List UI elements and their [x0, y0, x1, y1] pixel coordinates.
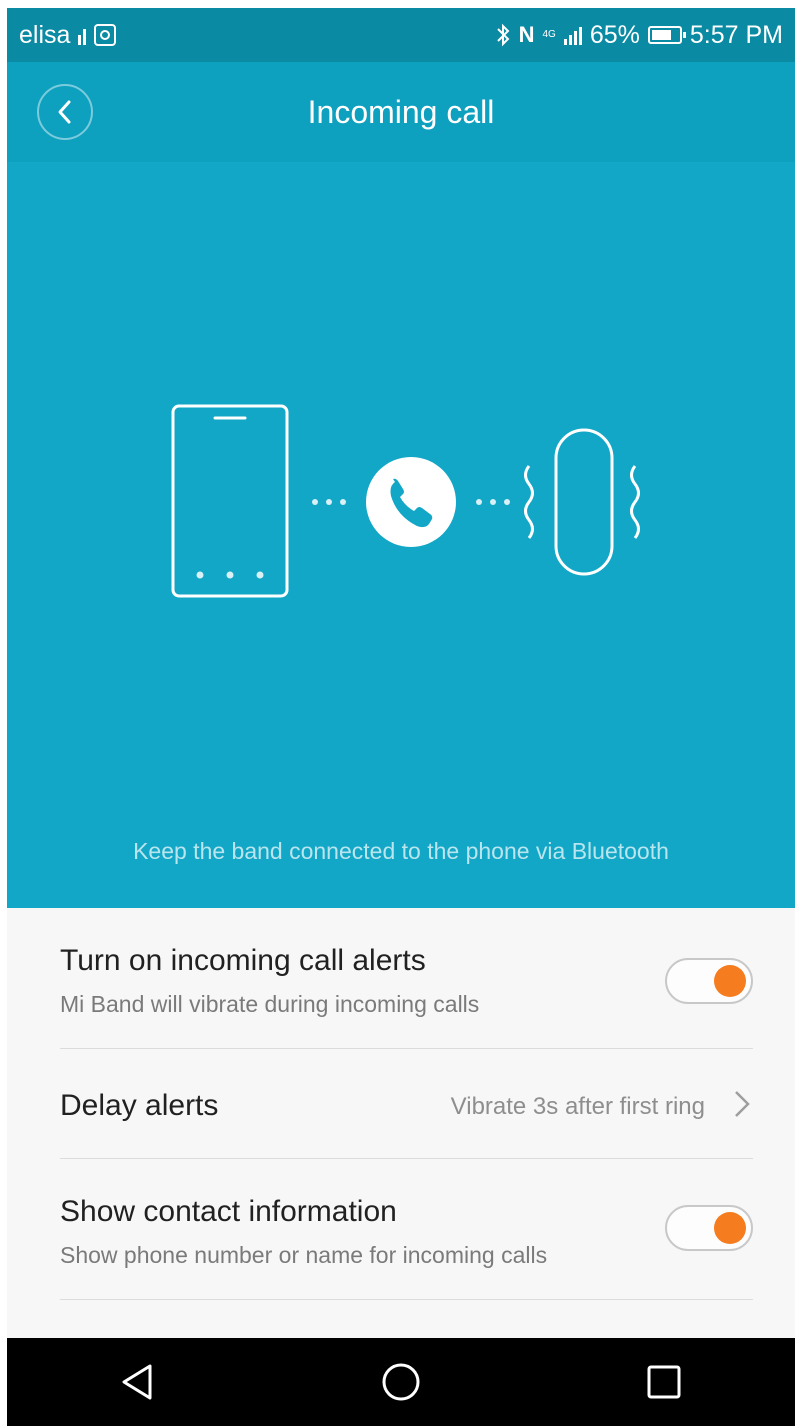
- battery-icon: [647, 26, 686, 44]
- clock: 5:57 PM: [689, 20, 783, 49]
- call-icon: [366, 457, 456, 547]
- setting-incoming-call-alerts[interactable]: Turn on incoming call alerts Mi Band wil…: [60, 908, 753, 1049]
- toggle-knob: [714, 1212, 746, 1244]
- status-bar: elisa N 4G 65% 5:57 PM: [7, 8, 795, 62]
- phone-icon: [171, 404, 289, 598]
- setting-title: Show contact information: [60, 1195, 397, 1228]
- setting-value: Vibrate 3s after first ring: [450, 1093, 705, 1120]
- band-icon: [554, 428, 614, 576]
- navigation-bar: [7, 1338, 795, 1426]
- carrier-label: elisa: [19, 20, 71, 49]
- app-header: Incoming call: [7, 62, 795, 162]
- nav-home-icon: [382, 1363, 420, 1401]
- screen-edge-right: [795, 0, 802, 1426]
- setting-title: Delay alerts: [60, 1089, 219, 1122]
- nav-home-button[interactable]: [371, 1352, 431, 1412]
- hero-banner: Keep the band connected to the phone via…: [7, 162, 795, 908]
- nav-recents-icon: [647, 1365, 681, 1399]
- network-type: 4G: [542, 29, 556, 40]
- illustration: [171, 404, 640, 598]
- nav-back-icon: [122, 1364, 152, 1400]
- setting-title: Turn on incoming call alerts: [60, 944, 426, 977]
- incoming-call-alerts-toggle[interactable]: [665, 958, 753, 1004]
- screen-edge-left: [0, 0, 7, 1426]
- nav-back-button[interactable]: [108, 1352, 168, 1412]
- battery-percent: 65%: [589, 20, 640, 49]
- setting-subtitle: Show phone number or name for incoming c…: [60, 1242, 548, 1268]
- show-contact-information-toggle[interactable]: [665, 1205, 753, 1251]
- status-right: N 4G 65% 5:57 PM: [495, 21, 783, 50]
- chevron-right-icon: [735, 1091, 750, 1117]
- cell-signal-icon: [563, 25, 582, 45]
- page-title: Incoming call: [307, 94, 495, 130]
- settings-list: Turn on incoming call alerts Mi Band wil…: [7, 908, 795, 1338]
- vibration-icon: [524, 465, 640, 539]
- nav-recents-button[interactable]: [634, 1352, 694, 1412]
- notification-icon: [94, 24, 117, 46]
- connection-dots-right: [476, 499, 510, 505]
- status-left: elisa: [19, 20, 117, 50]
- toggle-knob: [714, 965, 746, 997]
- signal-icon: [78, 25, 87, 45]
- bluetooth-icon: [496, 23, 510, 47]
- setting-delay-alerts[interactable]: Delay alerts Vibrate 3s after first ring: [60, 1049, 753, 1159]
- hero-caption: Keep the band connected to the phone via…: [133, 838, 669, 864]
- setting-show-contact-information[interactable]: Show contact information Show phone numb…: [60, 1159, 753, 1300]
- setting-subtitle: Mi Band will vibrate during incoming cal…: [60, 991, 480, 1017]
- connection-dots-left: [312, 499, 346, 505]
- screen: elisa N 4G 65% 5:57 PM Incoming call Kee…: [0, 0, 802, 1426]
- nfc-icon: N: [518, 22, 535, 47]
